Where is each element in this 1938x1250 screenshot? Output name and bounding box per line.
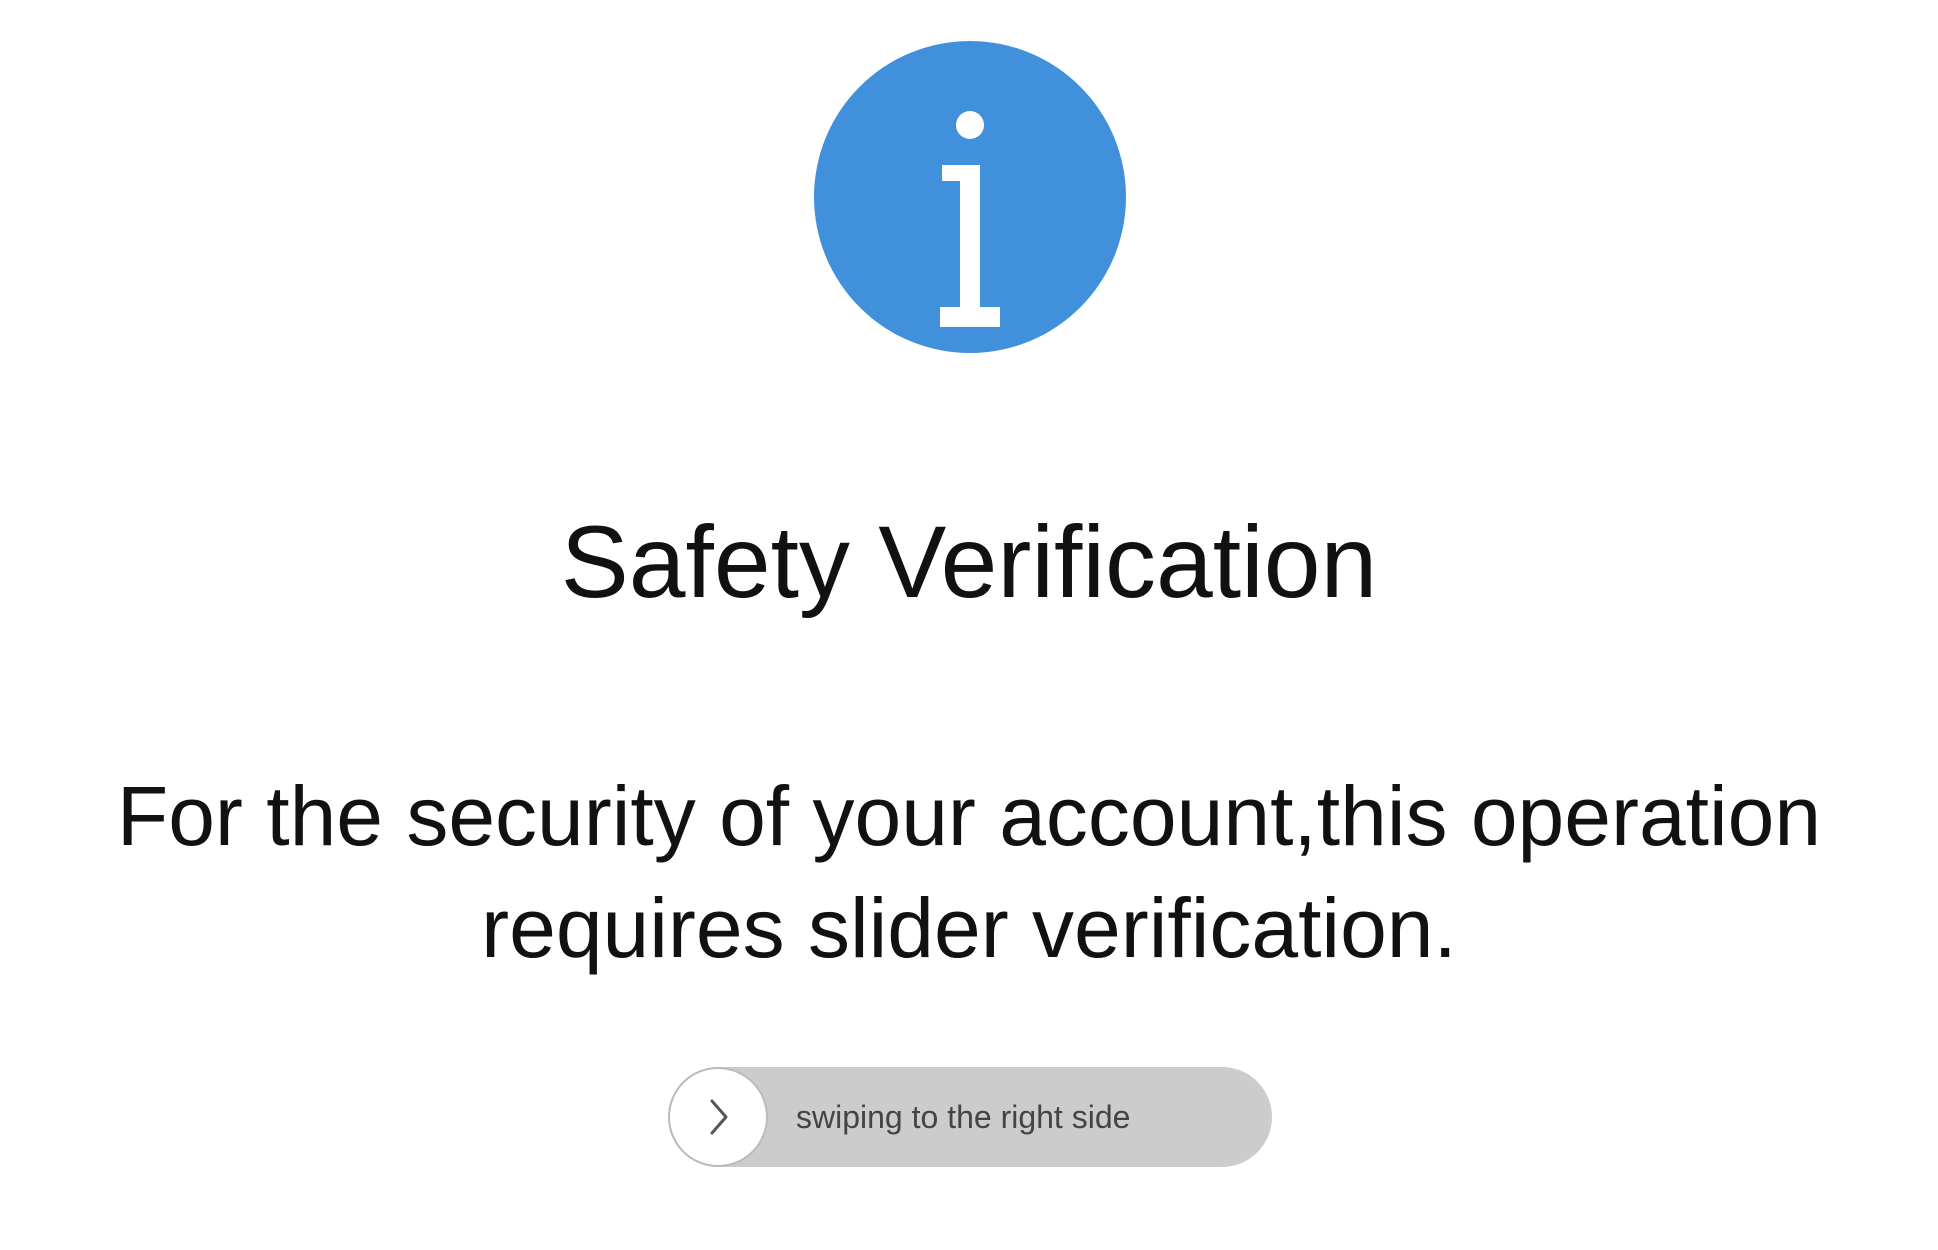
message-line-1: For the security of your account,this op… — [116, 769, 1822, 863]
verification-message: For the security of your account,this op… — [0, 760, 1938, 984]
slider-handle[interactable] — [668, 1067, 768, 1167]
info-icon — [814, 41, 1126, 353]
message-line-2: requires slider verification. — [481, 881, 1457, 975]
slider-label: swiping to the right side — [796, 1099, 1131, 1135]
info-glyph — [940, 111, 1000, 327]
page-title: Safety Verification — [560, 505, 1378, 619]
slider-track[interactable]: swiping to the right side — [668, 1067, 1272, 1167]
chevron-right-icon — [710, 1099, 728, 1135]
